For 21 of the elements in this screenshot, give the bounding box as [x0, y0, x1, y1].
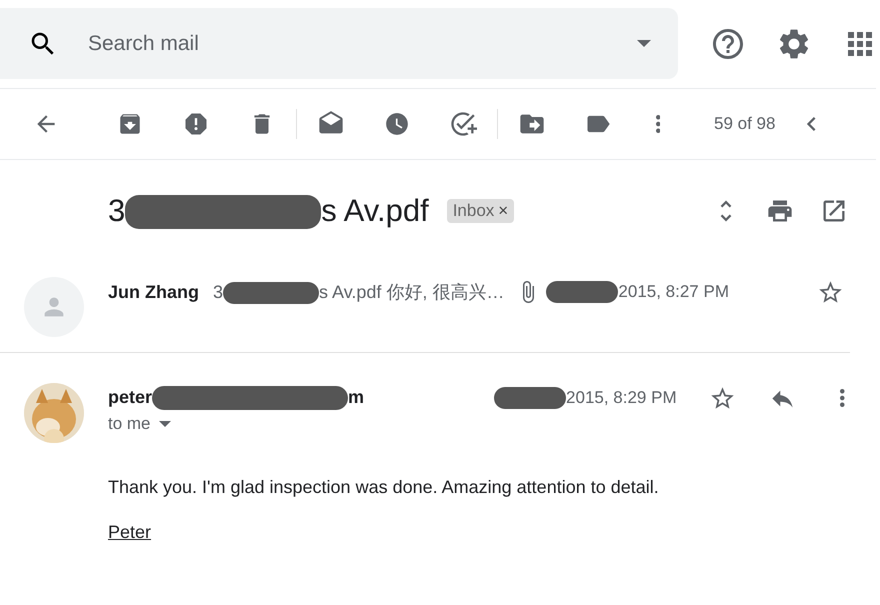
sender-name: Jun Zhang	[108, 282, 199, 302]
message-date: 2015, 8:27 PM	[618, 282, 729, 302]
recipient-dropdown[interactable]: to me	[108, 413, 188, 435]
message-snippet: 3 s Av.pdf 你好, 很高兴…	[213, 280, 504, 304]
message-date: 2015, 8:29 PM	[566, 388, 677, 408]
thread-subject: 3 s Av.pdf	[108, 192, 429, 230]
search-field[interactable]: Search mail	[86, 30, 606, 56]
inbox-label: Inbox ×	[446, 199, 514, 223]
search-bar[interactable]: Search mail	[0, 8, 678, 79]
check-plus-icon	[449, 110, 477, 138]
message-counter: 59 of 98	[714, 114, 776, 134]
more-icon	[840, 389, 845, 407]
sender-name: peter m	[108, 386, 364, 410]
more-icon	[656, 115, 660, 133]
caret-icon	[158, 421, 171, 427]
clock-icon	[384, 111, 410, 137]
message-body: Thank you. I'm glad inspection was done. Amazing attention to detail.	[108, 477, 660, 498]
signature-link[interactable]: Peter	[108, 522, 152, 543]
caret-icon	[637, 40, 651, 47]
remove-label-button[interactable]: ×	[498, 201, 508, 221]
chevron-icon	[806, 117, 816, 131]
